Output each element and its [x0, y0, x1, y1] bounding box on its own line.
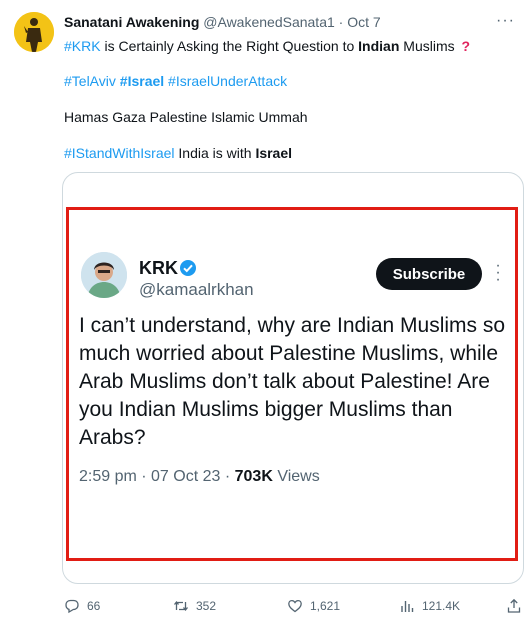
quoted-date: 07 Oct 23	[151, 468, 221, 485]
reply-count: 66	[87, 599, 101, 613]
question-mark-emoji-icon: ?	[461, 38, 471, 54]
quoted-meta: 2:59 pm · 07 Oct 23 · 703K Views	[79, 468, 320, 486]
tweet-line-3: Hamas Gaza Palestine Islamic Ummah	[64, 109, 308, 125]
tweet-header: Sanatani Awakening @AwakenedSanata1 · Oc…	[64, 14, 381, 30]
tweet-text-1a: is Certainly Asking the Right Question t…	[100, 38, 359, 54]
hashtag-telaviv[interactable]: #TelAviv	[64, 73, 116, 89]
reply-button[interactable]: 66	[64, 598, 100, 614]
tweet-text-4: India is with	[174, 145, 256, 161]
krk-avatar	[81, 252, 127, 298]
quoted-author-name: KRK	[139, 258, 178, 278]
reply-icon	[65, 599, 79, 614]
tweet-line-2: #TelAviv #Israel #IsraelUnderAttack	[64, 73, 287, 89]
retweet-icon	[173, 600, 189, 612]
hashtag-krk[interactable]: #KRK	[64, 38, 101, 54]
quoted-tweet-screenshot: KRK @kamaalrkhan Subscribe · · · I can’t u…	[66, 207, 518, 561]
subscribe-button: Subscribe	[376, 258, 482, 290]
tweet-line-1: #KRK is Certainly Asking the Right Quest…	[64, 38, 470, 54]
quoted-more-icon: · · ·	[495, 257, 501, 288]
quoted-views-count: 703K	[234, 468, 273, 485]
quoted-author-handle: @kamaalrkhan	[139, 280, 254, 299]
like-count: 1,621	[310, 599, 341, 613]
tweet-bold-indian: Indian	[358, 38, 400, 54]
quoted-time: 2:59 pm	[79, 468, 137, 485]
tweet-time[interactable]: Oct 7	[347, 14, 380, 30]
header-separator: ·	[338, 14, 344, 30]
quoted-separator-2: ·	[220, 468, 235, 485]
hashtag-israelunderattack[interactable]: #IsraelUnderAttack	[168, 73, 287, 89]
hashtag-israel[interactable]: #Israel	[120, 73, 164, 89]
share-button[interactable]	[506, 598, 522, 614]
action-bar: 66 352 1,621 121.4K	[62, 598, 524, 618]
quoted-views-label: Views	[272, 468, 320, 485]
tweet-text-1b: Muslims	[399, 38, 459, 54]
verified-badge-icon	[180, 260, 196, 276]
quoted-tweet-text: I can’t understand, why are Indian Musli…	[79, 314, 506, 449]
author-avatar[interactable]	[14, 12, 54, 52]
tweet-bold-israel: Israel	[255, 145, 293, 161]
tweet-line-4: #IStandWithIsrael India is with Israel	[64, 145, 292, 161]
heart-icon	[288, 599, 302, 613]
share-icon	[507, 598, 521, 613]
hashtag-istandwithisrael[interactable]: #IStandWithIsrael	[64, 145, 175, 161]
author-handle[interactable]: @AwakenedSanata1	[203, 14, 335, 30]
views-count: 121.4K	[422, 599, 461, 613]
views-button[interactable]: 121.4K	[399, 598, 460, 614]
retweet-count: 352	[196, 599, 217, 613]
quoted-separator-1: ·	[136, 468, 152, 485]
retweet-button[interactable]: 352	[173, 598, 216, 614]
more-options-icon[interactable]: ···	[496, 12, 515, 30]
author-name[interactable]: Sanatani Awakening	[64, 14, 199, 30]
like-button[interactable]: 1,621	[287, 598, 340, 614]
views-chart-icon	[401, 601, 414, 612]
